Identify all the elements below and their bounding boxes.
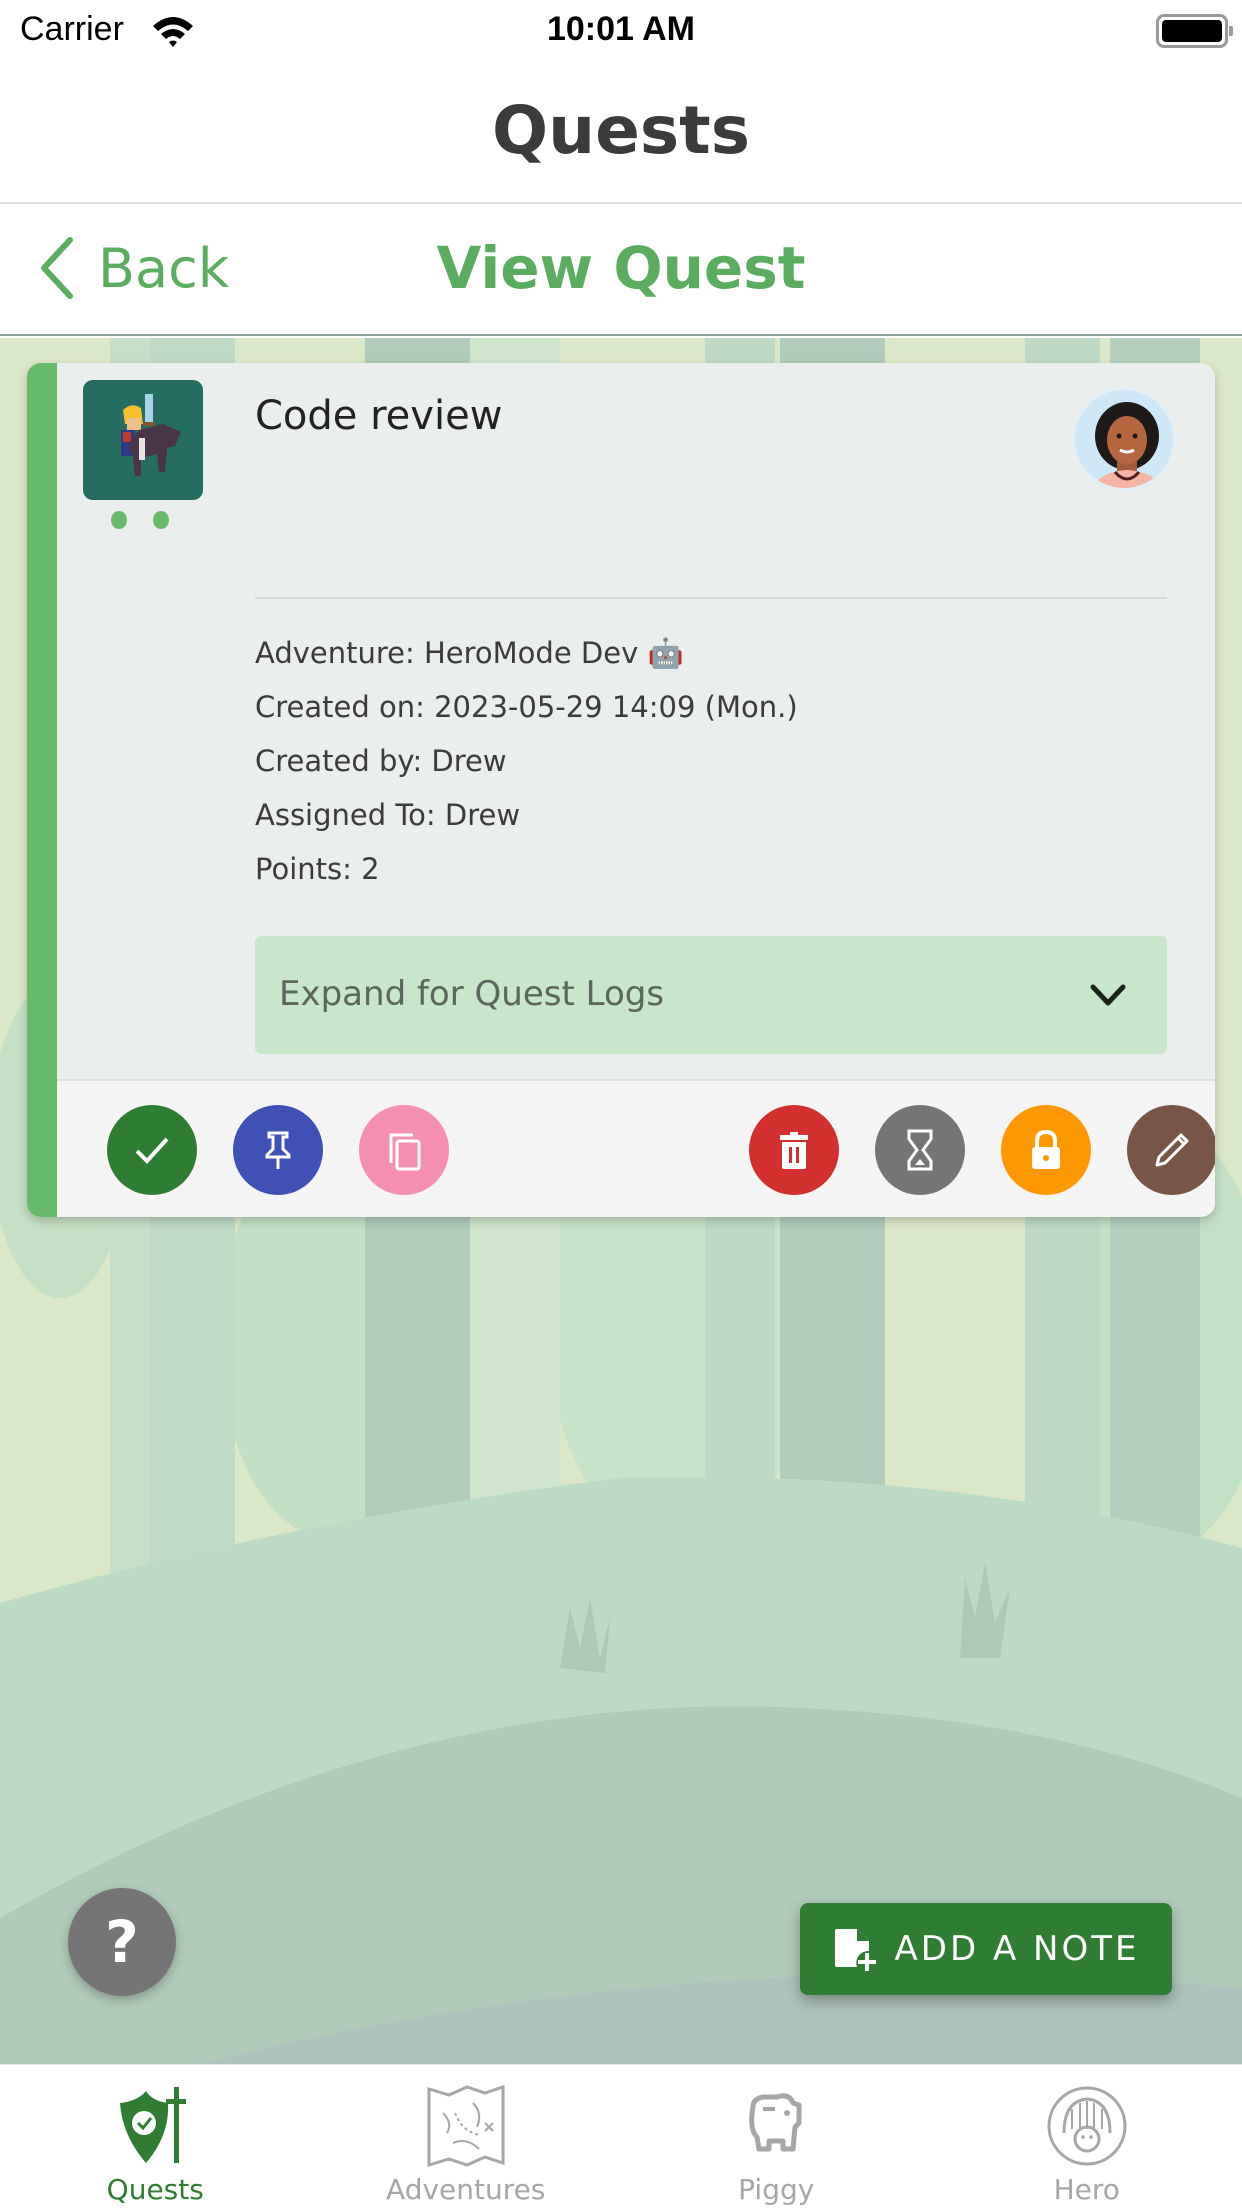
add-note-button[interactable]: ADD A NOTE — [800, 1903, 1172, 1995]
tab-piggy[interactable]: Piggy — [621, 2065, 932, 2208]
piggy-bank-icon — [749, 2093, 802, 2152]
created-by-label: Created by: Drew — [255, 744, 507, 778]
copy-icon — [389, 1133, 421, 1171]
map-icon — [427, 2084, 505, 2168]
pin-icon — [265, 1131, 291, 1169]
difficulty-dots — [111, 511, 169, 529]
dot — [111, 511, 127, 529]
quest-image — [83, 380, 203, 500]
dot — [153, 511, 169, 529]
adventure-label: Adventure: HeroMode Dev 🤖 — [255, 636, 684, 670]
note-add-icon — [834, 1929, 876, 1971]
tab-label: Quests — [106, 2173, 204, 2206]
tab-bar: Quests Adventures Piggy Hero — [0, 2064, 1242, 2208]
tab-hero[interactable]: Hero — [932, 2065, 1242, 2208]
pin-button[interactable] — [233, 1105, 323, 1195]
add-note-label: ADD A NOTE — [894, 1929, 1140, 1969]
tab-label: Piggy — [738, 2173, 815, 2206]
delete-button[interactable] — [749, 1105, 839, 1195]
app-header: Quests — [0, 62, 1242, 204]
card-accent-bar — [27, 363, 57, 1217]
chevron-down-icon — [1090, 984, 1126, 1006]
pencil-icon — [1155, 1133, 1189, 1167]
tab-adventures[interactable]: Adventures — [311, 2065, 622, 2208]
snooze-button[interactable] — [875, 1105, 965, 1195]
check-icon — [135, 1137, 169, 1164]
quest-details: Adventure: HeroMode Dev 🤖 Created on: 20… — [255, 633, 798, 903]
tab-label: Hero — [1053, 2173, 1120, 2206]
created-on-label: Created on: 2023-05-29 14:09 (Mon.) — [255, 690, 798, 724]
duplicate-button[interactable] — [359, 1105, 449, 1195]
clock: 10:01 AM — [546, 10, 696, 48]
lock-button[interactable] — [1001, 1105, 1091, 1195]
shield-sword-icon — [120, 2087, 187, 2163]
tab-label: Adventures — [386, 2173, 546, 2206]
assignee-avatar[interactable] — [1072, 387, 1176, 491]
assigned-to-label: Assigned To: Drew — [255, 798, 521, 832]
status-bar: Carrier 10:01 AM — [0, 0, 1242, 62]
complete-button[interactable] — [107, 1105, 197, 1195]
battery-icon — [1156, 14, 1233, 48]
quest-title: Code review — [255, 393, 503, 439]
divider — [255, 597, 1167, 599]
edit-button[interactable] — [1127, 1105, 1215, 1195]
help-button[interactable]: ? — [68, 1888, 176, 1996]
knight-helmet-icon — [1047, 2086, 1127, 2166]
trash-icon — [780, 1132, 808, 1169]
sub-header: Back View Quest — [0, 206, 1242, 336]
lock-icon — [1032, 1129, 1060, 1169]
tab-quests[interactable]: Quests — [0, 2065, 311, 2208]
hourglass-icon — [907, 1129, 933, 1171]
quest-card: Code review Adventure: HeroMode Dev 🤖 Cr… — [27, 363, 1215, 1217]
screen-title: View Quest — [436, 234, 806, 302]
accordion-label: Expand for Quest Logs — [279, 974, 665, 1014]
quest-logs-accordion[interactable]: Expand for Quest Logs — [255, 936, 1167, 1054]
points-label: Points: 2 — [255, 852, 380, 886]
page-title: Quests — [492, 92, 750, 169]
action-bar — [57, 1079, 1215, 1217]
